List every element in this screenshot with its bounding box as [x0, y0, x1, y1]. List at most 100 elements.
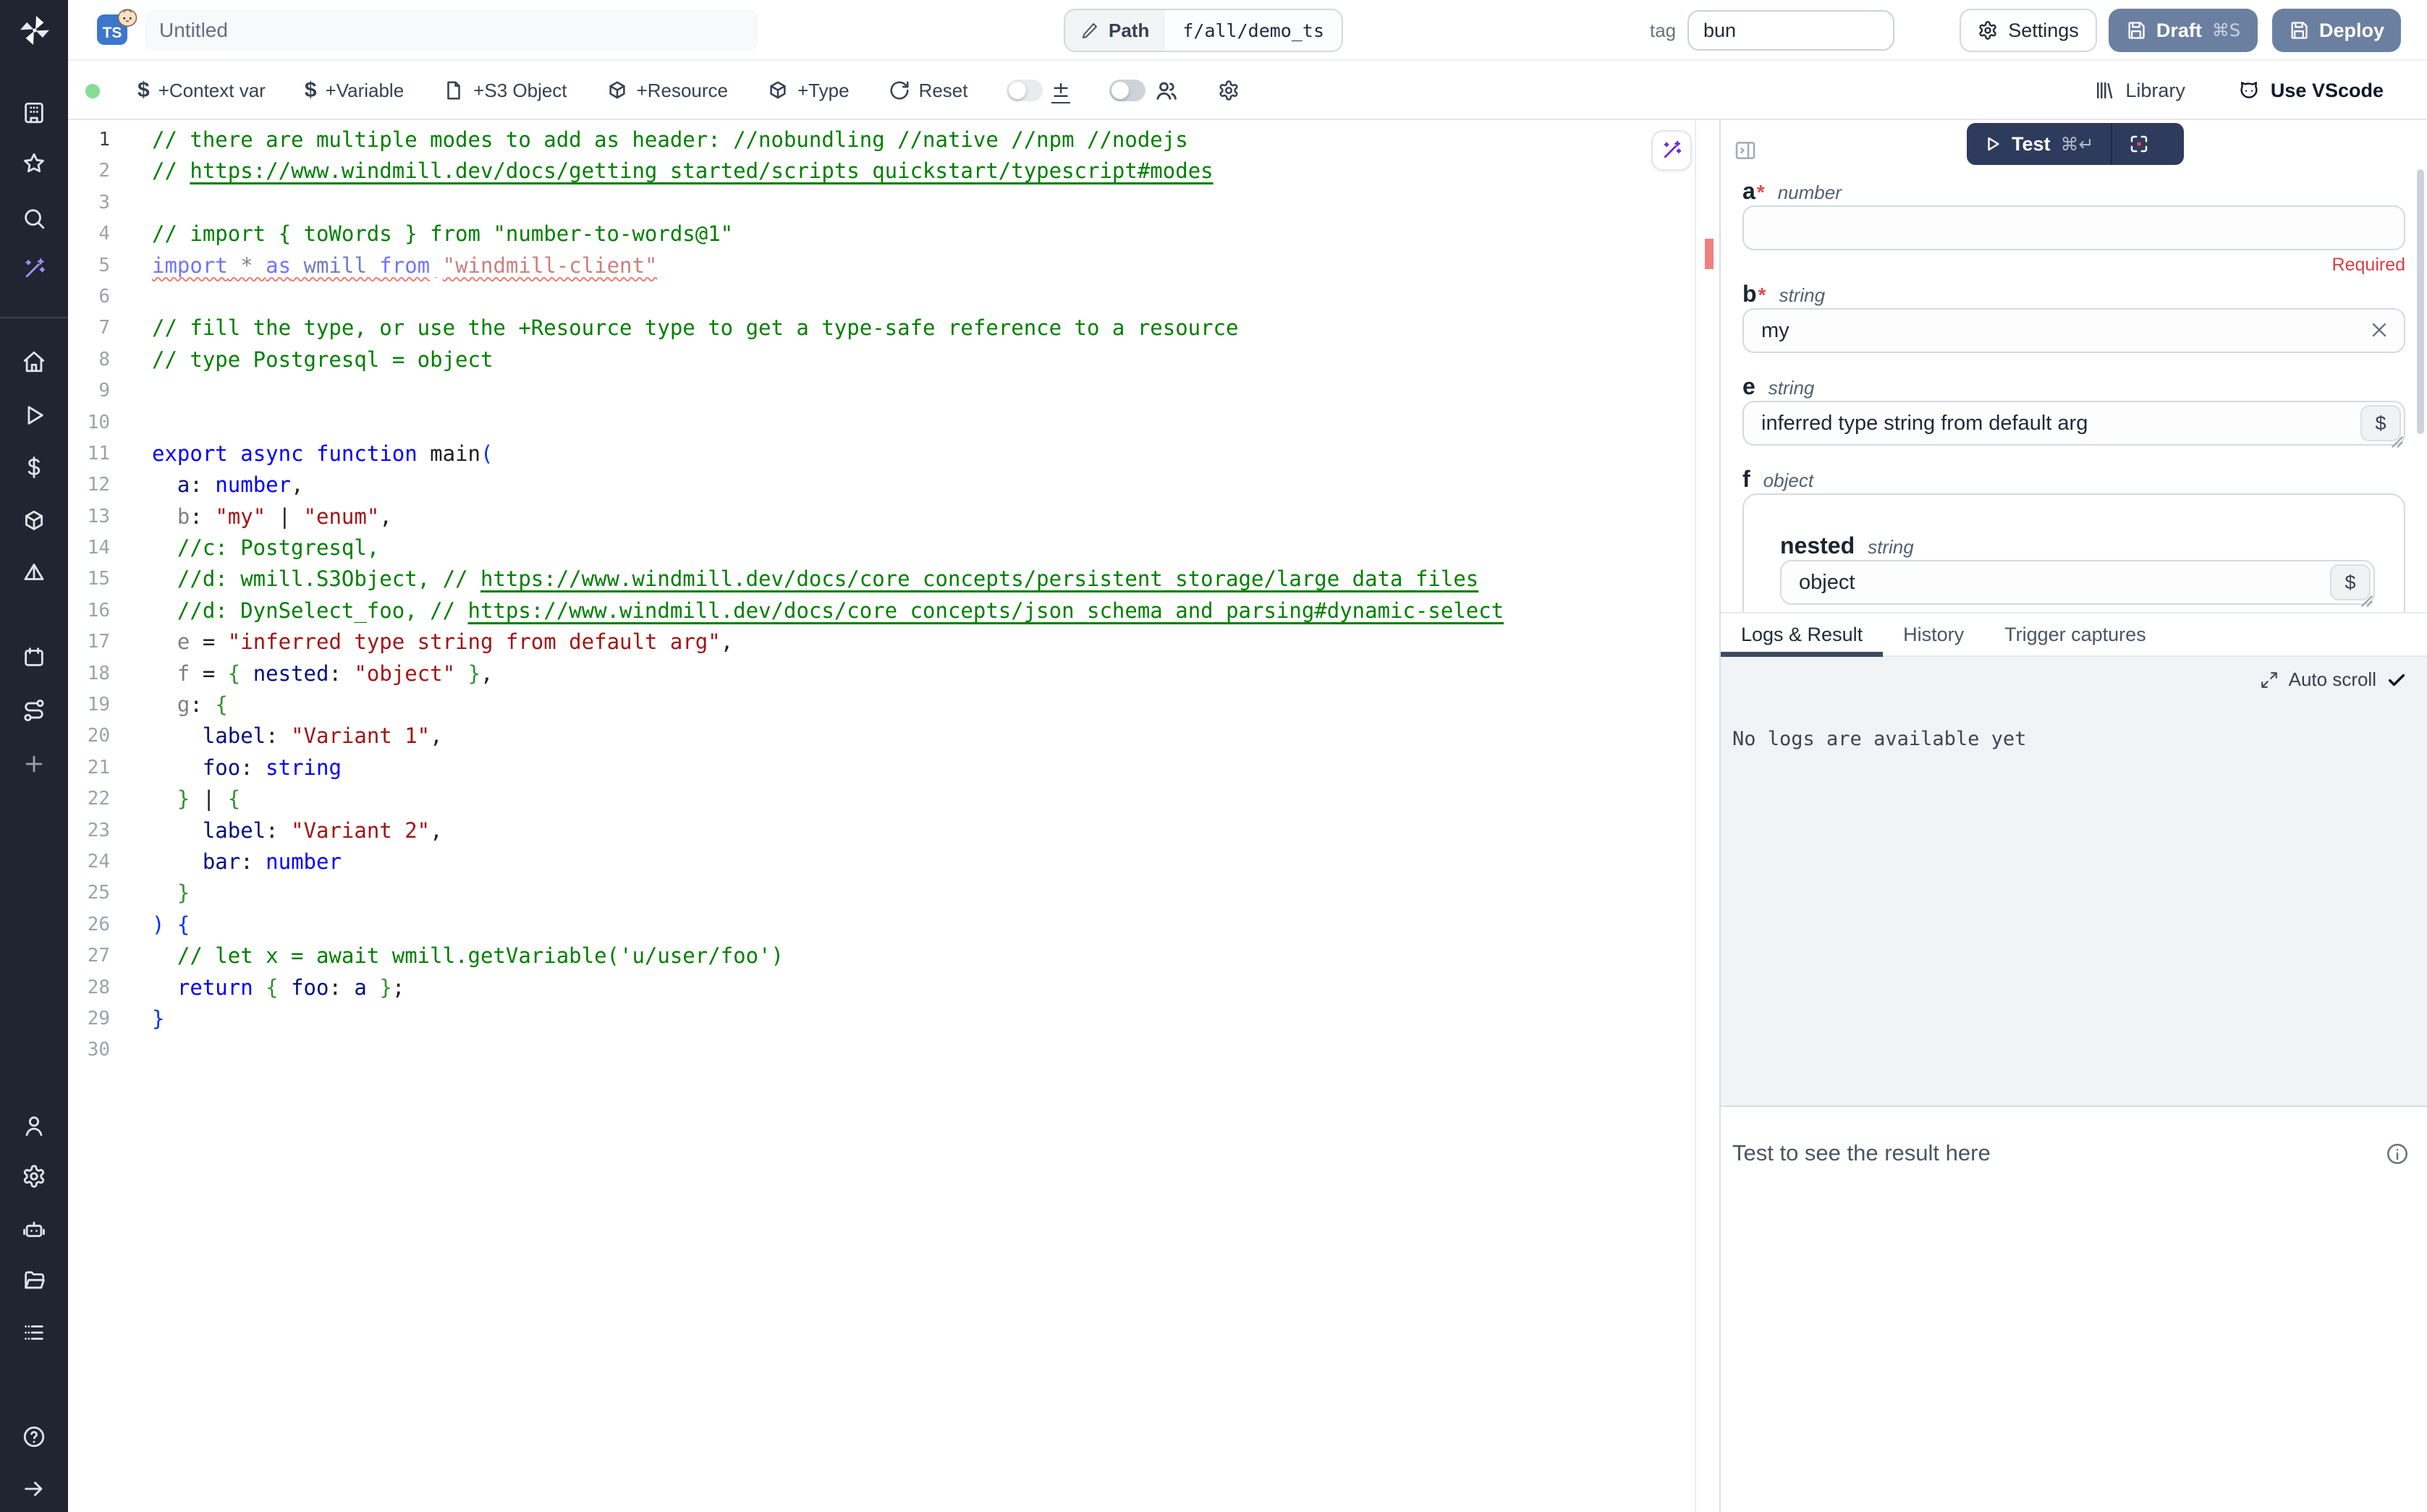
add-variable-button[interactable]: $+Variable: [305, 80, 404, 102]
dollar-icon: $: [137, 80, 150, 101]
sidebar-item-play-icon[interactable]: [0, 396, 68, 434]
line-number: 29: [68, 1003, 110, 1035]
collab-toggle[interactable]: [1109, 78, 1179, 103]
editor-overview-ruler: [1695, 120, 1696, 1512]
resize-handle-icon[interactable]: [2360, 595, 2373, 608]
code-line: 1// there are multiple modes to add as h…: [68, 124, 1719, 156]
tab-logs-result[interactable]: Logs & Result: [1721, 613, 1883, 655]
info-icon[interactable]: [2385, 1142, 2410, 1166]
resize-handle-icon[interactable]: [2391, 436, 2404, 449]
sidebar-item-route-icon[interactable]: [0, 692, 68, 729]
rotate-icon: [889, 80, 910, 101]
line-number: 17: [68, 627, 110, 658]
package-icon: [767, 80, 789, 101]
run-panel: Test ⌘↵ a*number Required b*string: [1721, 120, 2427, 1512]
editor-toolbar: $+Context var $+Variable +S3 Object +Res…: [68, 61, 2427, 120]
code-line: 25 }: [68, 878, 1719, 909]
add-s3-object-button[interactable]: +S3 Object: [443, 80, 567, 102]
play-icon: [1984, 135, 2002, 153]
test-button[interactable]: Test ⌘↵: [1967, 123, 2111, 165]
line-number: 22: [68, 783, 110, 815]
autoscroll-checkbox[interactable]: [2386, 670, 2407, 690]
code-line: 9: [68, 375, 1719, 407]
gear-icon: [1978, 20, 1998, 41]
code-editor[interactable]: 1// there are multiple modes to add as h…: [68, 120, 1719, 1512]
sidebar-item-magic-wand-icon[interactable]: [0, 250, 68, 288]
line-number: 28: [68, 972, 110, 1003]
settings-button[interactable]: Settings: [1960, 9, 2097, 52]
code-line: 26) {: [68, 909, 1719, 940]
field-input-e[interactable]: [1742, 401, 2405, 446]
tab-history[interactable]: History: [1883, 613, 1984, 655]
reset-button[interactable]: Reset: [889, 80, 968, 102]
use-vscode-button[interactable]: Use VScode: [2237, 79, 2384, 102]
add-resource-button[interactable]: +Resource: [606, 80, 728, 102]
code-line: 13 b: "my" | "enum",: [68, 501, 1719, 532]
diff-toggle[interactable]: ±: [1007, 78, 1070, 103]
field-label-a: a*number: [1742, 178, 2405, 200]
code-line: 28 return { foo: a };: [68, 972, 1719, 1003]
sidebar-item-calendar-icon[interactable]: [0, 638, 68, 676]
top-bar: TS Path f/all/demo_ts tag Settings Draft…: [68, 0, 2427, 61]
sidebar-item-robot-icon[interactable]: [0, 1211, 68, 1249]
clear-icon[interactable]: [2368, 318, 2391, 341]
sidebar-item-help-icon[interactable]: [0, 1418, 68, 1456]
settings-label: Settings: [2008, 20, 2079, 42]
line-number: 30: [68, 1035, 110, 1066]
code-line: 12 a: number,: [68, 470, 1719, 501]
sidebar-item-pyramid-icon[interactable]: [0, 554, 68, 592]
deploy-button[interactable]: Deploy: [2272, 9, 2401, 52]
sidebar-item-building-icon[interactable]: [0, 94, 68, 132]
script-title-input[interactable]: [145, 10, 758, 51]
sidebar-item-gear-icon[interactable]: [0, 1158, 68, 1195]
field-input-b[interactable]: [1742, 308, 2405, 353]
line-number: 26: [68, 909, 110, 940]
sidebar-item-boxes-icon[interactable]: [0, 502, 68, 540]
line-number: 14: [68, 532, 110, 564]
collapse-panel-icon[interactable]: [1734, 139, 1757, 162]
code-line: 18 f = { nested: "object" },: [68, 658, 1719, 689]
sync-status-dot: [85, 84, 100, 98]
required-error: Required: [1742, 255, 2405, 275]
ai-wand-button[interactable]: [1651, 130, 1692, 171]
logs-section: Auto scroll No logs are available yet: [1721, 657, 2427, 1105]
sidebar-item-user-icon[interactable]: [0, 1107, 68, 1144]
code-line: 7// fill the type, or use the +Resource …: [68, 313, 1719, 344]
sidebar-item-plus-icon[interactable]: [0, 745, 68, 783]
line-number: 8: [68, 344, 110, 375]
code-line: 16 //d: DynSelect_foo, // https://www.wi…: [68, 595, 1719, 627]
toggle-off[interactable]: [1109, 80, 1145, 101]
tab-trigger-captures[interactable]: Trigger captures: [1984, 613, 2166, 655]
sidebar-item-star-icon[interactable]: [0, 145, 68, 182]
sidebar-item-folder-icon[interactable]: [0, 1262, 68, 1299]
editor-settings-button[interactable]: [1218, 80, 1240, 101]
code-line: 2// https://www.windmill.dev/docs/gettin…: [68, 156, 1719, 187]
path-button[interactable]: Path f/all/demo_ts: [1064, 9, 1343, 52]
form-scrollbar[interactable]: [2417, 169, 2424, 434]
sidebar-item-home-icon[interactable]: [0, 343, 68, 381]
code-line: 14 //c: Postgresql,: [68, 532, 1719, 564]
toggle-off[interactable]: [1007, 80, 1043, 101]
sidebar-item-search-icon[interactable]: [0, 200, 68, 237]
save-icon: [2126, 20, 2146, 41]
sidebar-divider: [0, 317, 68, 318]
windmill-logo-icon[interactable]: [17, 13, 52, 48]
save-icon: [2289, 20, 2309, 41]
field-input-nested[interactable]: [1780, 560, 2375, 605]
sidebar-item-dollar-icon[interactable]: [0, 449, 68, 486]
sidebar-item-arrow-right-icon[interactable]: [0, 1470, 68, 1508]
expand-icon[interactable]: [2260, 671, 2279, 689]
tag-input[interactable]: [1687, 10, 1894, 51]
code-line: 24 bar: number: [68, 846, 1719, 878]
code-line: 17 e = "inferred type string from defaul…: [68, 627, 1719, 658]
file-icon: [443, 80, 465, 101]
add-context-var-button[interactable]: $+Context var: [137, 80, 266, 102]
add-type-button[interactable]: +Type: [767, 80, 850, 102]
sidebar-item-list-icon[interactable]: [0, 1314, 68, 1351]
field-input-a[interactable]: [1742, 205, 2405, 250]
library-button[interactable]: Library: [2093, 80, 2185, 102]
sidebar: [0, 0, 68, 1512]
draft-button[interactable]: Draft ⌘S: [2109, 9, 2258, 52]
capture-run-button[interactable]: [2112, 123, 2166, 165]
draft-label: Draft: [2156, 20, 2202, 42]
